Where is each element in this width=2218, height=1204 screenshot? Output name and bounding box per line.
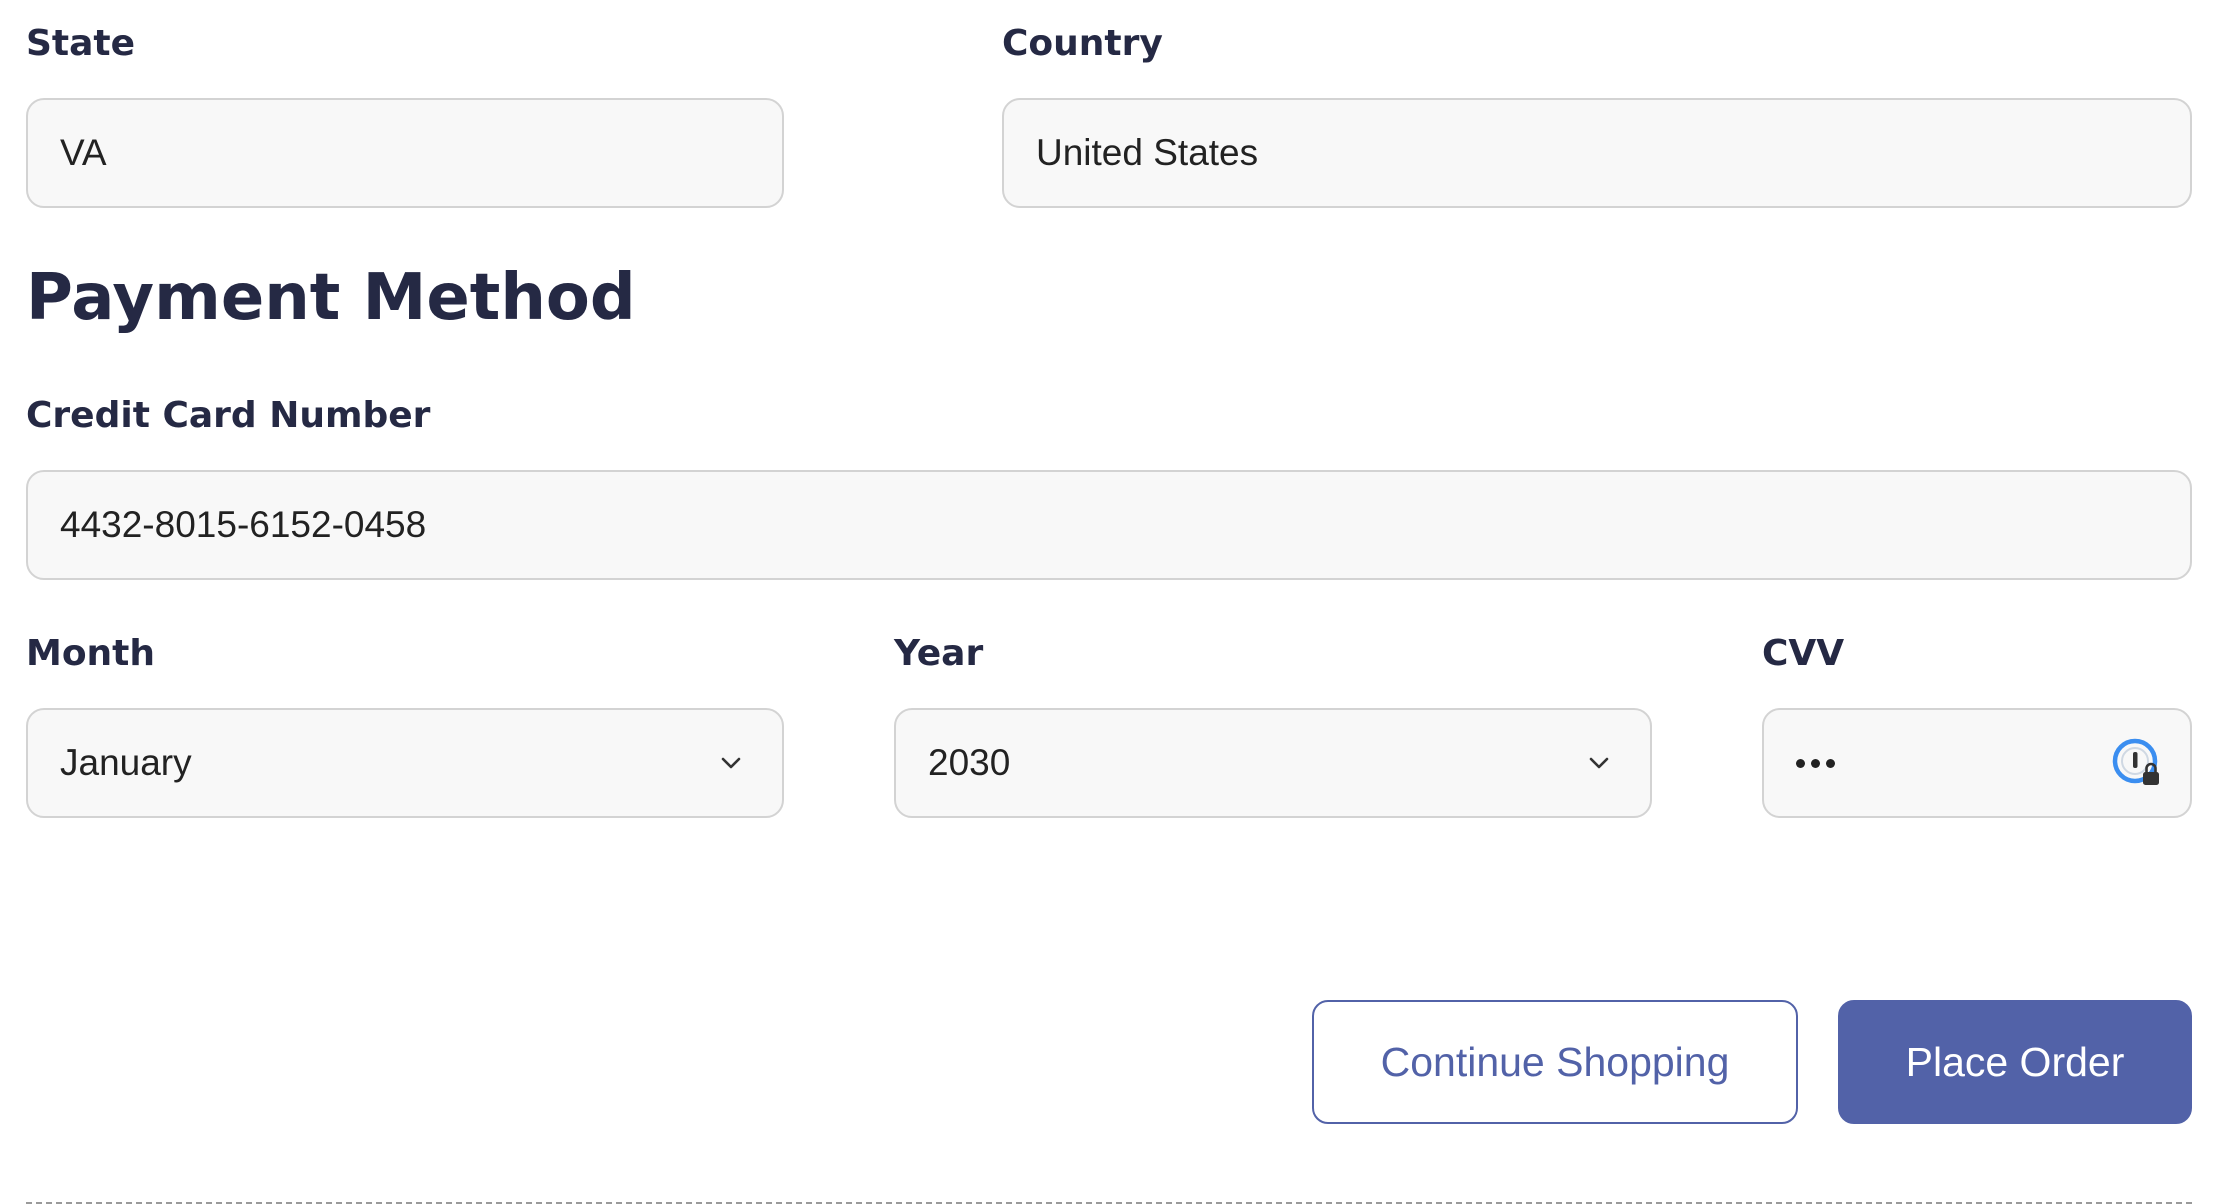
country-value: United States: [1036, 132, 1259, 173]
state-label: State: [26, 23, 136, 64]
country-field[interactable]: United States: [1002, 98, 2192, 208]
chevron-down-icon: [1589, 757, 1609, 769]
card-number-value: 4432-8015-6152-0458: [60, 504, 427, 545]
country-label: Country: [1002, 23, 1163, 64]
checkout-page: State VA Country United States Payment M…: [0, 0, 2218, 1204]
year-value: 2030: [928, 742, 1011, 783]
year-label: Year: [894, 633, 984, 674]
state-value: VA: [60, 132, 107, 173]
payment-method-heading: Payment Method: [26, 261, 636, 335]
month-value: January: [60, 742, 192, 783]
month-label: Month: [26, 633, 156, 674]
continue-shopping-button[interactable]: Continue Shopping: [1312, 1000, 1798, 1124]
card-number-label: Credit Card Number: [26, 395, 431, 436]
year-select[interactable]: 2030: [894, 708, 1652, 818]
cvv-field[interactable]: [1762, 708, 2192, 818]
place-order-button[interactable]: Place Order: [1838, 1000, 2192, 1124]
cvv-label: CVV: [1762, 633, 1845, 674]
state-field[interactable]: VA: [26, 98, 784, 208]
month-select[interactable]: January: [26, 708, 784, 818]
chevron-down-icon: [721, 757, 741, 769]
cvv-masked-value: [1796, 758, 1835, 768]
card-number-field[interactable]: 4432-8015-6152-0458: [26, 470, 2192, 580]
password-manager-icon[interactable]: [2112, 738, 2162, 788]
